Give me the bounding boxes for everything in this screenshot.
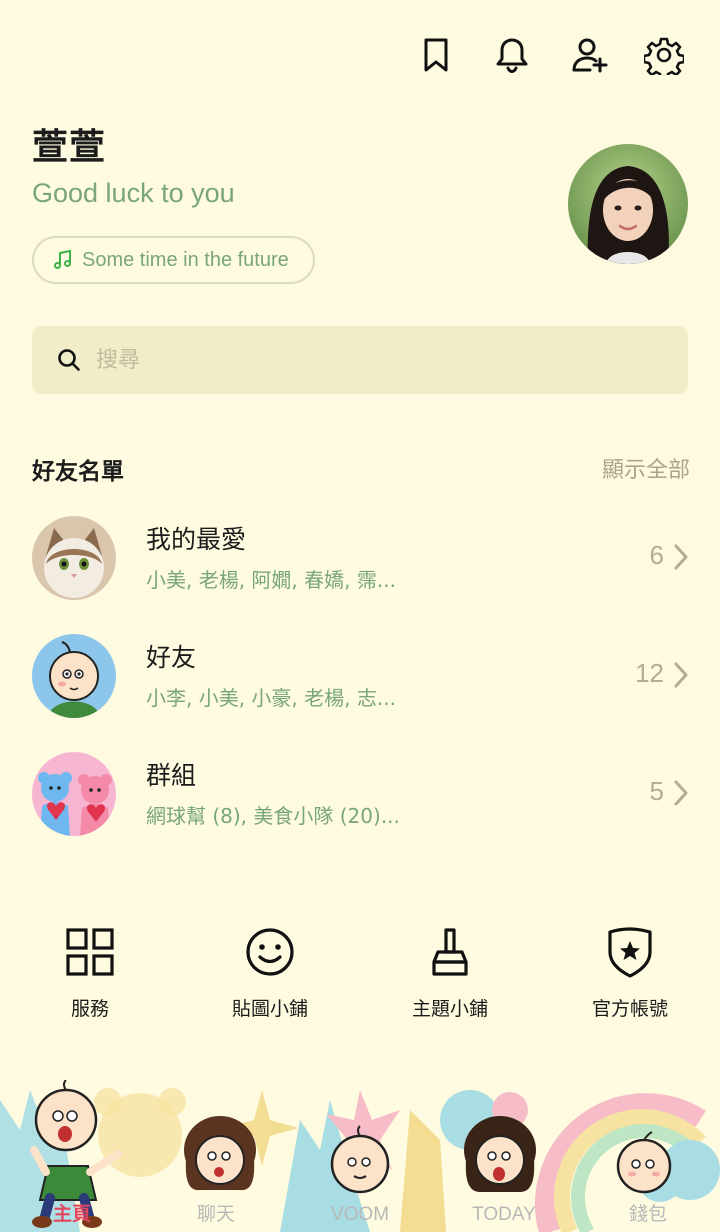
tab-wallet[interactable]: 錢包 — [576, 1199, 720, 1226]
chevron-right-icon — [674, 544, 688, 570]
theme-shop-label: 主題小鋪 — [411, 998, 488, 1020]
bookmark-icon[interactable] — [411, 30, 461, 80]
chevron-right-icon — [674, 662, 688, 688]
tab-voom[interactable]: VOOM — [288, 1204, 432, 1226]
profile-avatar[interactable] — [568, 144, 688, 264]
list-item-subtitle: 網球幫 (8), 美食小隊 (20)... — [146, 804, 400, 828]
music-title: Some time in the future — [82, 248, 289, 271]
theme-shop-button[interactable]: 主題小鋪 — [360, 924, 540, 1021]
official-accounts-label: 官方帳號 — [591, 998, 668, 1020]
show-all-link[interactable]: 顯示全部 — [602, 452, 690, 484]
list-item-subtitle: 小美, 老楊, 阿嫺, 春嬌, 霈... — [146, 568, 396, 592]
shield-star-icon — [608, 927, 652, 978]
services-button[interactable]: 服務 — [0, 924, 180, 1021]
sticker-shop-button[interactable]: 貼圖小鋪 — [180, 924, 360, 1021]
search-input[interactable] — [96, 347, 616, 373]
official-accounts-button[interactable]: 官方帳號 — [540, 924, 720, 1021]
list-item-groups[interactable]: 群組 網球幫 (8), 美食小隊 (20)... 5 — [0, 752, 720, 852]
tab-chats[interactable]: 聊天 — [144, 1199, 288, 1226]
list-item-favorites[interactable]: 我的最愛 小美, 老楊, 阿嫺, 春嬌, 霈... 6 — [0, 516, 720, 616]
profile-name[interactable]: 萱萱 — [32, 118, 106, 170]
list-item-count: 12 — [635, 658, 664, 688]
profile-music-button[interactable]: Some time in the future — [32, 236, 315, 284]
bears-avatar — [32, 752, 116, 836]
cat-avatar — [32, 516, 116, 600]
gear-icon[interactable] — [639, 30, 689, 80]
status-message[interactable]: Good luck to you — [32, 178, 235, 209]
sticker-shop-label: 貼圖小鋪 — [231, 998, 308, 1020]
tab-today[interactable]: TODAY — [432, 1204, 576, 1226]
brush-icon — [432, 928, 468, 976]
search-bar[interactable] — [32, 326, 688, 394]
music-note-icon — [54, 249, 71, 269]
friends-section-title: 好友名單 — [32, 459, 124, 485]
services-label: 服務 — [70, 998, 109, 1020]
list-item-count: 5 — [649, 776, 664, 806]
bottom-tab-bar: 主頁 聊天 VOOM TODAY 錢包 — [0, 1080, 720, 1232]
chevron-right-icon — [674, 780, 688, 806]
add-friend-icon[interactable] — [565, 30, 615, 80]
list-item-title: 群組 — [146, 761, 197, 790]
list-item-count: 6 — [649, 540, 664, 570]
smiley-icon — [246, 928, 294, 976]
grid-icon — [66, 928, 114, 976]
list-item-subtitle: 小李, 小美, 小豪, 老楊, 志... — [146, 686, 396, 710]
search-icon — [58, 349, 80, 371]
bell-icon[interactable] — [487, 30, 537, 80]
list-item-friends[interactable]: 好友 小李, 小美, 小豪, 老楊, 志... 12 — [0, 634, 720, 734]
tab-home[interactable]: 主頁 — [0, 1199, 144, 1226]
list-item-title: 我的最愛 — [146, 525, 247, 554]
character-avatar — [32, 634, 116, 718]
list-item-title: 好友 — [146, 643, 197, 672]
